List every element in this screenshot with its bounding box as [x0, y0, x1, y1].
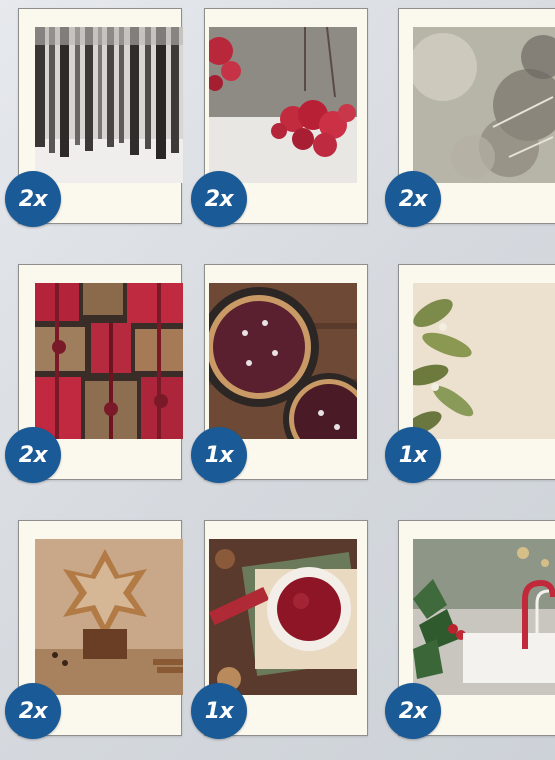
quantity-badge: 2x — [5, 427, 61, 483]
photo-card-frosted-pine[interactable]: 2x — [385, 8, 555, 227]
photo-card-mistletoe[interactable]: 1x — [385, 264, 555, 483]
red-berries-photo — [209, 27, 357, 183]
gift-boxes-photo — [35, 283, 183, 439]
photo-card-red-tea[interactable]: 1x — [191, 520, 368, 739]
photo-card-gift-boxes[interactable]: 2x — [5, 264, 183, 483]
gingerbread-cookies-photo — [35, 539, 183, 695]
red-tea-photo — [209, 539, 357, 695]
photo-card-berry-tarts[interactable]: 1x — [191, 264, 368, 483]
quantity-badge: 1x — [385, 427, 441, 483]
frosted-pine-photo — [413, 27, 555, 183]
photo-card-red-berries[interactable]: 2x — [191, 8, 368, 227]
quantity-badge: 2x — [385, 171, 441, 227]
quantity-badge: 2x — [385, 683, 441, 739]
quantity-badge: 2x — [5, 683, 61, 739]
photo-card-candy-canes[interactable]: 2x — [385, 520, 555, 739]
quantity-badge: 1x — [191, 427, 247, 483]
berry-tarts-photo — [209, 283, 357, 439]
quantity-badge: 2x — [5, 171, 61, 227]
candy-canes-photo — [413, 539, 555, 695]
winter-forest-photo — [35, 27, 183, 183]
photo-card-winter-forest[interactable]: 2x — [5, 8, 183, 227]
quantity-badge: 2x — [191, 171, 247, 227]
quantity-badge: 1x — [191, 683, 247, 739]
mistletoe-photo — [413, 283, 555, 439]
photo-card-gingerbread-cookies[interactable]: 2x — [5, 520, 183, 739]
